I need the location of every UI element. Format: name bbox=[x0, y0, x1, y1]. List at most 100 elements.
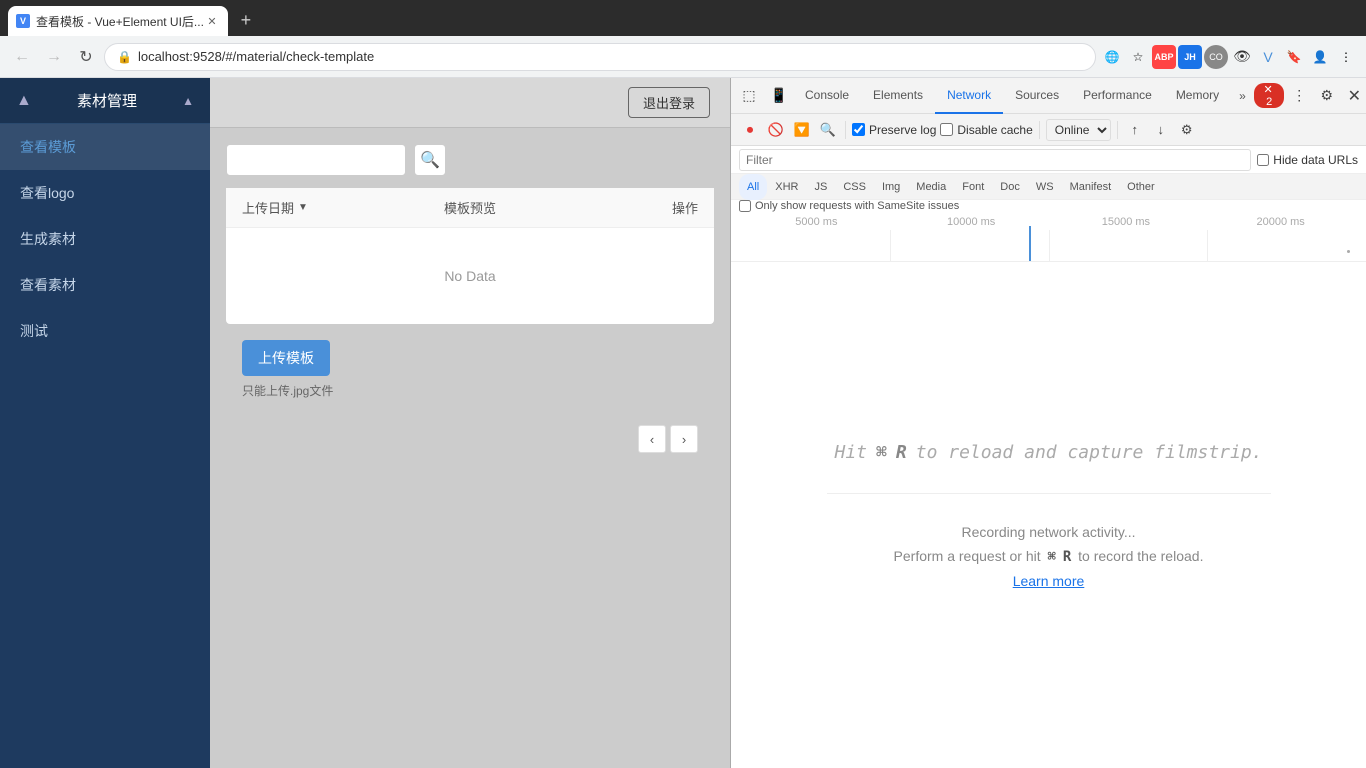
filter-btn[interactable]: 🔽 bbox=[791, 119, 813, 141]
type-manifest-btn[interactable]: Manifest bbox=[1062, 174, 1120, 200]
divider bbox=[827, 493, 1271, 494]
logout-button[interactable]: 退出登录 bbox=[628, 87, 710, 118]
forward-button[interactable]: → bbox=[40, 43, 68, 71]
pagination-next[interactable]: › bbox=[670, 425, 698, 453]
type-js-btn[interactable]: JS bbox=[806, 174, 835, 200]
translate-ext-icon[interactable]: 🌐 bbox=[1100, 45, 1124, 69]
sidebar-header[interactable]: ▲ 素材管理 ▲ bbox=[0, 78, 210, 124]
menu-icon[interactable]: ⋮ bbox=[1334, 45, 1358, 69]
settings-network-btn[interactable]: ⚙ bbox=[1176, 119, 1198, 141]
search-button[interactable]: 🔍 bbox=[414, 144, 446, 176]
search-input[interactable] bbox=[226, 144, 406, 176]
reload-button[interactable]: ↻ bbox=[72, 43, 100, 71]
sidebar-collapse-icon[interactable]: ▲ bbox=[182, 94, 194, 108]
hide-data-urls-checkbox[interactable] bbox=[1257, 154, 1269, 166]
devtools-more-btn[interactable]: ⋮ bbox=[1286, 82, 1312, 110]
record-btn[interactable]: ⏺ bbox=[739, 119, 761, 141]
type-css-btn[interactable]: CSS bbox=[835, 174, 874, 200]
type-ws-btn[interactable]: WS bbox=[1028, 174, 1062, 200]
r-label: R bbox=[896, 442, 907, 463]
type-img-btn[interactable]: Img bbox=[874, 174, 908, 200]
sidebar-item-test[interactable]: 测试 bbox=[0, 308, 210, 354]
browser-tab-active[interactable]: V 查看模板 - Vue+Element UI后... ✕ bbox=[8, 6, 228, 36]
upload-button[interactable]: 上传模板 bbox=[242, 340, 330, 376]
toolbar-sep2 bbox=[1039, 121, 1040, 139]
samesite-checkbox[interactable] bbox=[739, 200, 751, 212]
tab-close-btn[interactable]: ✕ bbox=[204, 13, 220, 29]
tab-favicon: V bbox=[16, 14, 30, 28]
preserve-log-label[interactable]: Preserve log bbox=[852, 123, 936, 137]
app-container: ▲ 素材管理 ▲ 查看模板 查看logo 生成素材 查看素材 测试 退出登录 bbox=[0, 78, 730, 768]
bookmark-icon[interactable]: 🔖 bbox=[1282, 45, 1306, 69]
ext3-icon[interactable]: CO bbox=[1204, 45, 1228, 69]
tab-performance[interactable]: Performance bbox=[1071, 78, 1164, 114]
network-filmstrip-hint: Hit ⌘ R to reload and capture filmstrip. bbox=[834, 442, 1262, 463]
browser-content: ▲ 素材管理 ▲ 查看模板 查看logo 生成素材 查看素材 测试 退出登录 bbox=[0, 78, 1366, 768]
timeline-mark-2 bbox=[1049, 230, 1050, 261]
network-filter-input[interactable] bbox=[739, 149, 1251, 171]
hide-data-urls-label[interactable]: Hide data URLs bbox=[1257, 153, 1358, 167]
address-bar[interactable]: 🔒 localhost:9528/#/material/check-templa… bbox=[104, 43, 1096, 71]
type-font-btn[interactable]: Font bbox=[954, 174, 992, 200]
disable-cache-label[interactable]: Disable cache bbox=[940, 123, 1032, 137]
network-throttle-select[interactable]: Online bbox=[1046, 119, 1111, 141]
ext4-icon[interactable]: 👁 bbox=[1230, 45, 1254, 69]
cmd2-symbol: ⌘ bbox=[1048, 549, 1056, 565]
sidebar-item-generate-material[interactable]: 生成素材 bbox=[0, 216, 210, 262]
tab-bar: V 查看模板 - Vue+Element UI后... ✕ + bbox=[0, 0, 1366, 36]
nav-bar: ← → ↻ 🔒 localhost:9528/#/material/check-… bbox=[0, 36, 1366, 78]
search-network-btn[interactable]: 🔍 bbox=[817, 119, 839, 141]
devtools-right-actions: ✕ 2 ⋮ ⚙ ✕ bbox=[1254, 82, 1366, 110]
tab-console[interactable]: Console bbox=[793, 78, 861, 114]
sidebar-header-title: 素材管理 bbox=[77, 90, 137, 111]
pagination-prev[interactable]: ‹ bbox=[638, 425, 666, 453]
samesite-bar: Only show requests with SameSite issues bbox=[731, 200, 1366, 212]
toolbar-sep3 bbox=[1117, 121, 1118, 139]
pagination: ‹ › bbox=[226, 415, 714, 463]
device-mode-btn[interactable]: 📱 bbox=[765, 82, 793, 110]
content-area: 🔍 上传日期 ▼ 模板预览 操作 No Data bbox=[210, 128, 730, 768]
network-filter-bar: Hide data URLs bbox=[731, 146, 1366, 174]
error-count-badge: ✕ 2 bbox=[1254, 83, 1285, 108]
tab-network[interactable]: Network bbox=[935, 78, 1003, 114]
preserve-log-checkbox[interactable] bbox=[852, 123, 865, 136]
lock-icon: 🔒 bbox=[117, 50, 132, 64]
tab-memory[interactable]: Memory bbox=[1164, 78, 1231, 114]
disable-cache-checkbox[interactable] bbox=[940, 123, 953, 136]
abp-ext-icon[interactable]: ABP bbox=[1152, 45, 1176, 69]
import-btn[interactable]: ↑ bbox=[1124, 119, 1146, 141]
timeline-mark-1 bbox=[890, 230, 891, 261]
url-text: localhost:9528/#/material/check-template bbox=[138, 49, 1083, 64]
devtools-close-btn[interactable]: ✕ bbox=[1342, 82, 1366, 110]
sidebar-item-check-material[interactable]: 查看素材 bbox=[0, 262, 210, 308]
col-action: 操作 bbox=[546, 198, 698, 217]
data-table: 上传日期 ▼ 模板预览 操作 No Data bbox=[226, 188, 714, 324]
tab-elements[interactable]: Elements bbox=[861, 78, 935, 114]
export-btn[interactable]: ↓ bbox=[1150, 119, 1172, 141]
star-icon[interactable]: ☆ bbox=[1126, 45, 1150, 69]
back-button[interactable]: ← bbox=[8, 43, 36, 71]
clear-btn[interactable]: 🚫 bbox=[765, 119, 787, 141]
devtools-dock-actions: ⬚ 📱 bbox=[735, 82, 793, 110]
ext5-icon[interactable]: V bbox=[1256, 45, 1280, 69]
new-tab-button[interactable]: + bbox=[232, 6, 260, 34]
type-all-btn[interactable]: All bbox=[739, 174, 767, 200]
timeline-cursor bbox=[1029, 226, 1031, 261]
devtools-settings-btn[interactable]: ⚙ bbox=[1314, 82, 1340, 110]
type-other-btn[interactable]: Other bbox=[1119, 174, 1163, 200]
col-date[interactable]: 上传日期 ▼ bbox=[242, 198, 394, 217]
toolbar-sep1 bbox=[845, 121, 846, 139]
ext2-icon[interactable]: JH bbox=[1178, 45, 1202, 69]
profile-icon[interactable]: 👤 bbox=[1308, 45, 1332, 69]
learn-more-link[interactable]: Learn more bbox=[1013, 573, 1085, 589]
type-xhr-btn[interactable]: XHR bbox=[767, 174, 806, 200]
tab-sources[interactable]: Sources bbox=[1003, 78, 1071, 114]
network-toolbar: ⏺ 🚫 🔽 🔍 Preserve log Disable cache Onlin… bbox=[731, 114, 1366, 146]
type-media-btn[interactable]: Media bbox=[908, 174, 954, 200]
tab-more-btn[interactable]: » bbox=[1231, 78, 1254, 114]
cmd-symbol: ⌘ bbox=[876, 442, 887, 463]
sidebar-item-check-template[interactable]: 查看模板 bbox=[0, 124, 210, 170]
type-doc-btn[interactable]: Doc bbox=[992, 174, 1028, 200]
inspect-element-btn[interactable]: ⬚ bbox=[735, 82, 763, 110]
sidebar-item-check-logo[interactable]: 查看logo bbox=[0, 170, 210, 216]
